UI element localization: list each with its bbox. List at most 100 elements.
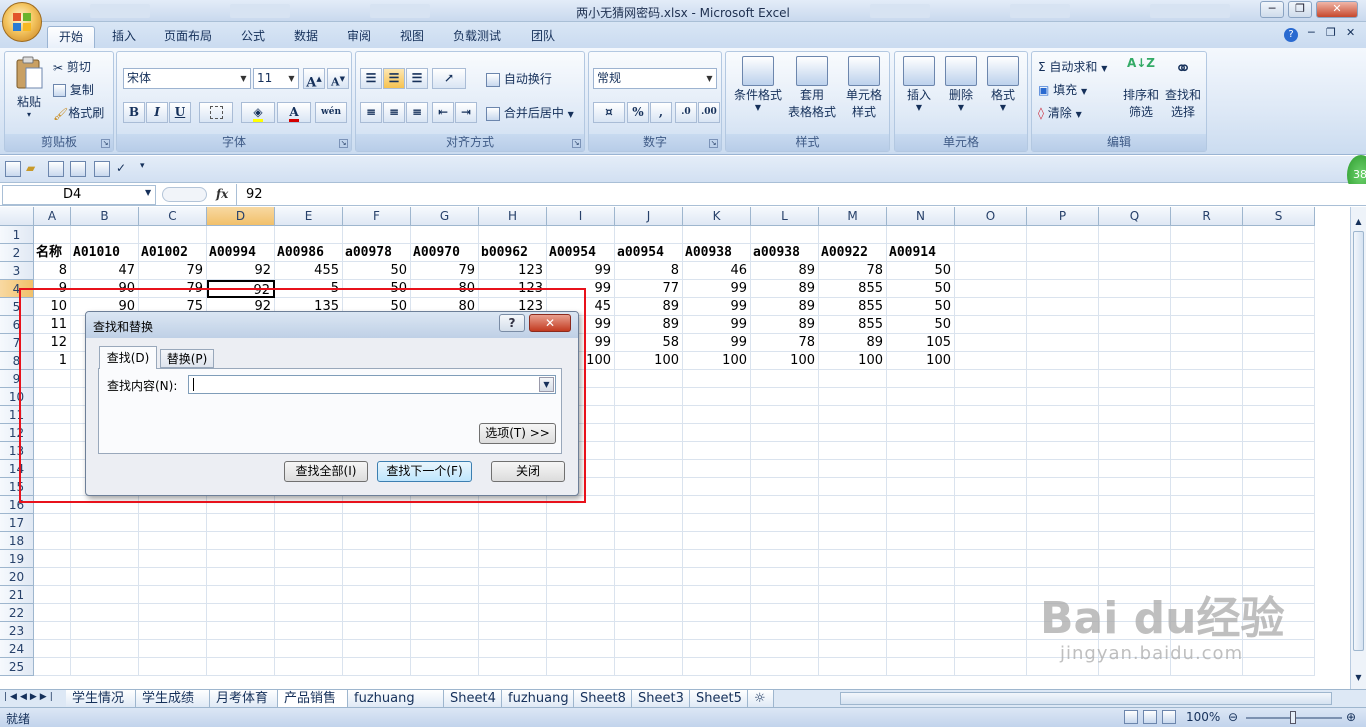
print-icon[interactable] [48,161,64,177]
row-header-18[interactable]: 18 [0,532,34,550]
cell-r15[interactable] [1171,478,1243,496]
row-header-6[interactable]: 6 [0,316,34,334]
zoom-slider-thumb[interactable] [1290,711,1296,724]
cell-g21[interactable] [411,586,479,604]
cell-r20[interactable] [1171,568,1243,586]
cell-q8[interactable] [1099,352,1171,370]
cell-l10[interactable] [751,388,819,406]
cell-b3[interactable]: 47 [71,262,139,280]
column-header-a[interactable]: A [34,207,71,226]
cell-s9[interactable] [1243,370,1315,388]
cell-n15[interactable] [887,478,955,496]
align-bottom-button[interactable]: ☰ [406,68,428,89]
select-all-corner[interactable] [0,207,34,226]
percent-button[interactable]: % [627,102,649,123]
cell-b16[interactable] [71,496,139,514]
row-header-12[interactable]: 12 [0,424,34,442]
cell-h2[interactable]: b00962 [479,244,547,262]
column-header-d[interactable]: D [207,207,275,226]
dialog-launcher-icon[interactable]: ↘ [572,139,581,148]
cell-f4[interactable]: 50 [343,280,411,298]
column-header-c[interactable]: C [139,207,207,226]
cell-r8[interactable] [1171,352,1243,370]
cell-d3[interactable]: 92 [207,262,275,280]
row-header-23[interactable]: 23 [0,622,34,640]
fill-button[interactable]: ▣ 填充 ▼ [1038,81,1087,98]
cell-f3[interactable]: 50 [343,262,411,280]
cell-l15[interactable] [751,478,819,496]
cell-j20[interactable] [615,568,683,586]
cell-a2[interactable]: 名称 [34,244,71,262]
cell-p3[interactable] [1027,262,1099,280]
cell-j3[interactable]: 8 [615,262,683,280]
cell-p5[interactable] [1027,298,1099,316]
tab-home[interactable]: 开始 [47,26,96,48]
cell-l18[interactable] [751,532,819,550]
cell-q9[interactable] [1099,370,1171,388]
cell-o5[interactable] [955,298,1027,316]
cell-j16[interactable] [615,496,683,514]
cell-c17[interactable] [139,514,207,532]
cell-f25[interactable] [343,658,411,676]
cell-a11[interactable] [34,406,71,424]
cell-l11[interactable] [751,406,819,424]
cell-i24[interactable] [547,640,615,658]
cell-f1[interactable] [343,226,411,244]
sheet-tab-7[interactable]: fuzhuang [502,690,574,708]
cell-o17[interactable] [955,514,1027,532]
cell-l8[interactable]: 100 [751,352,819,370]
cell-h25[interactable] [479,658,547,676]
cell-l23[interactable] [751,622,819,640]
bold-button[interactable]: B [123,102,145,123]
tab-review[interactable]: 审阅 [336,26,382,48]
cell-m13[interactable] [819,442,887,460]
sheet-tab-4[interactable]: 产品销售 [278,690,348,708]
align-middle-button[interactable]: ☰ [383,68,405,89]
print-preview-icon[interactable] [70,161,86,177]
cell-l25[interactable] [751,658,819,676]
cell-h21[interactable] [479,586,547,604]
cell-s11[interactable] [1243,406,1315,424]
cell-g18[interactable] [411,532,479,550]
cell-o13[interactable] [955,442,1027,460]
cell-c1[interactable] [139,226,207,244]
cell-j15[interactable] [615,478,683,496]
sheet-tab-3[interactable]: 月考体育 [210,690,278,708]
cell-c3[interactable]: 79 [139,262,207,280]
cell-r3[interactable] [1171,262,1243,280]
cell-m11[interactable] [819,406,887,424]
cell-a4[interactable]: 9 [34,280,71,298]
cell-k5[interactable]: 99 [683,298,751,316]
number-format-combo[interactable]: 常规 ▼ [593,68,717,89]
tab-formulas[interactable]: 公式 [230,26,276,48]
cell-c21[interactable] [139,586,207,604]
cell-m1[interactable] [819,226,887,244]
row-header-13[interactable]: 13 [0,442,34,460]
cell-s4[interactable] [1243,280,1315,298]
ribbon-close-icon[interactable]: ✕ [1346,26,1355,39]
row-header-2[interactable]: 2 [0,244,34,262]
cell-o2[interactable] [955,244,1027,262]
cell-l22[interactable] [751,604,819,622]
cell-a6[interactable]: 11 [34,316,71,334]
chevron-down-icon[interactable]: ▼ [539,377,554,392]
cell-m15[interactable] [819,478,887,496]
cell-j23[interactable] [615,622,683,640]
cell-d1[interactable] [207,226,275,244]
cell-i23[interactable] [547,622,615,640]
cell-j1[interactable] [615,226,683,244]
save-icon[interactable] [5,161,21,177]
zoom-out-icon[interactable]: ⊖ [1228,710,1238,724]
cell-e20[interactable] [275,568,343,586]
minimize-button[interactable]: ─ [1260,1,1284,18]
row-header-15[interactable]: 15 [0,478,34,496]
cell-j6[interactable]: 89 [615,316,683,334]
copy-button[interactable]: 复制 [53,81,94,98]
format-as-table-button[interactable]: 套用 表格格式 [784,56,840,120]
wrap-text-button[interactable]: 自动换行 [486,70,552,87]
cell-j8[interactable]: 100 [615,352,683,370]
cell-b4[interactable]: 90 [71,280,139,298]
cell-g17[interactable] [411,514,479,532]
cell-n13[interactable] [887,442,955,460]
cell-n20[interactable] [887,568,955,586]
